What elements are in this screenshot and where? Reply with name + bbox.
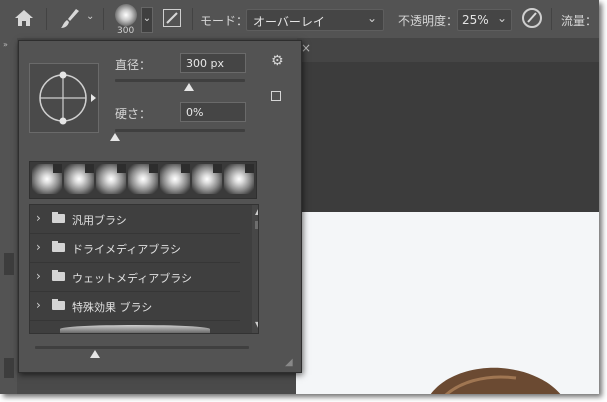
chevron-down-icon: ⌄ (366, 11, 377, 25)
brush-preset-tip[interactable] (224, 164, 254, 194)
tool-preset-chevron-icon[interactable]: ⌄ (86, 11, 94, 22)
create-preset-icon[interactable] (271, 91, 281, 101)
canvas-background (296, 62, 599, 212)
brush-preset-tip[interactable] (192, 164, 222, 194)
diameter-input[interactable]: 300 px (180, 53, 246, 73)
brush-preset-picker-button[interactable]: ⌄ (141, 7, 153, 33)
brush-settings-panel-icon[interactable] (163, 9, 181, 27)
brush-preset-tip[interactable] (128, 164, 158, 194)
chevron-right-icon[interactable]: › (36, 240, 41, 254)
hardness-label: 硬さ： (115, 107, 152, 121)
folder-label: 特殊効果 ブラシ (72, 301, 153, 314)
brush-folder-row[interactable]: › ドライメディアブラシ (30, 234, 240, 263)
hardness-slider-track[interactable] (115, 129, 245, 132)
tools-panel: » (0, 38, 17, 394)
collapse-icon[interactable]: » (3, 40, 8, 49)
brush-preset-tip[interactable] (64, 164, 94, 194)
document-tab-strip: × (297, 38, 599, 63)
folder-icon (52, 212, 65, 223)
gear-icon[interactable]: ⚙ (271, 53, 284, 69)
tool-slot[interactable] (4, 253, 14, 275)
flow-label: 流量： (561, 14, 598, 28)
folder-label: 汎用ブラシ (72, 214, 127, 227)
recent-brush-presets (29, 161, 257, 199)
diameter-slider-thumb[interactable] (184, 83, 195, 91)
brush-angle-preview[interactable] (29, 63, 99, 133)
partial-brush-stroke-preview (60, 325, 210, 333)
scroll-thumb[interactable] (255, 221, 258, 229)
brush-preset-tip[interactable] (160, 164, 190, 194)
brush-preset-picker-panel: 直径： 300 px ⚙ 硬さ： 0% › 汎用ブラシ › ドライメディアブラシ… (18, 40, 302, 373)
blend-mode-dropdown[interactable]: オーバーレイ ⌄ (246, 9, 384, 31)
document-canvas[interactable] (296, 212, 599, 394)
home-icon[interactable] (14, 9, 34, 31)
opacity-value: 25% (462, 13, 489, 27)
list-scrollbar[interactable]: ▲ ▼ (252, 205, 258, 333)
opacity-label: 不透明度： (398, 14, 459, 28)
scroll-up-icon[interactable]: ▲ (255, 207, 258, 216)
preview-size-slider-track[interactable] (35, 346, 249, 349)
hair-image (430, 367, 561, 394)
folder-label: ドライメディアブラシ (72, 243, 182, 256)
chevron-right-icon[interactable]: › (36, 298, 41, 312)
brush-preset-tip[interactable] (96, 164, 126, 194)
resize-grip-icon[interactable]: ◢ (285, 357, 293, 368)
folder-label: ウェットメディアブラシ (72, 272, 193, 285)
brush-tool-icon[interactable] (60, 8, 80, 34)
blend-mode-value: オーバーレイ (253, 15, 325, 29)
brush-folder-row[interactable]: › ウェットメディアブラシ (30, 263, 240, 292)
brush-folder-row[interactable]: › 汎用ブラシ (30, 205, 240, 234)
brush-folder-row[interactable]: › 特殊効果 ブラシ (30, 292, 240, 321)
chevron-right-icon[interactable]: › (36, 211, 41, 225)
close-icon[interactable]: × (301, 41, 311, 55)
scroll-down-icon[interactable]: ▼ (255, 320, 258, 329)
hardness-input[interactable]: 0% (180, 102, 246, 122)
diameter-label: 直径： (115, 58, 152, 72)
diameter-slider-track[interactable] (115, 79, 245, 82)
chevron-right-icon[interactable]: › (36, 269, 41, 283)
chevron-down-icon: ⌄ (496, 11, 507, 25)
brush-tip-preview-icon[interactable] (115, 4, 137, 26)
preview-size-slider-thumb[interactable] (89, 350, 100, 358)
brush-size-readout: 300 (117, 26, 135, 36)
mode-label: モード： (200, 14, 249, 28)
brush-preset-tip[interactable] (32, 164, 62, 194)
photoshop-window: ⌄ 300 ⌄ モード： オーバーレイ ⌄ 不透明度： 25% ⌄ 流量： » … (0, 0, 599, 394)
opacity-field[interactable]: 25% ⌄ (457, 9, 512, 31)
pressure-opacity-icon[interactable] (522, 8, 542, 28)
folder-icon (52, 241, 65, 252)
folder-icon (52, 270, 65, 281)
brush-folder-list: › 汎用ブラシ › ドライメディアブラシ › ウェットメディアブラシ › 特殊効… (29, 204, 259, 334)
folder-icon (52, 299, 65, 310)
hardness-slider-thumb[interactable] (110, 133, 120, 141)
options-bar: ⌄ 300 ⌄ モード： オーバーレイ ⌄ 不透明度： 25% ⌄ 流量： (0, 0, 599, 39)
tool-slot[interactable] (4, 358, 14, 378)
